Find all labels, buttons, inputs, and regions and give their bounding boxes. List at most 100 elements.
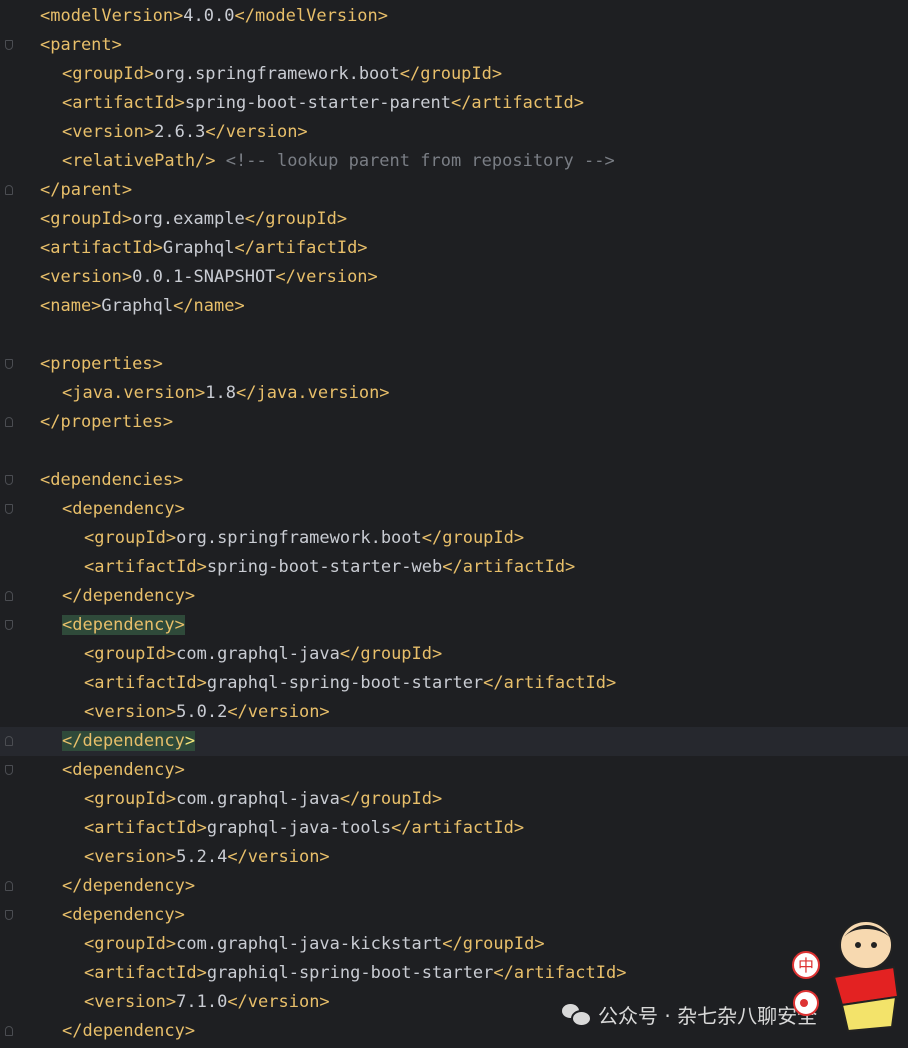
code-token-tag: <version>: [84, 847, 177, 867]
code-content: </dependency>: [62, 582, 195, 611]
code-line[interactable]: <name>Graphql</name>: [0, 292, 908, 321]
code-line[interactable]: <artifactId>graphql-spring-boot-starter<…: [0, 669, 908, 698]
code-line[interactable]: <version>0.0.1-SNAPSHOT</version>: [0, 263, 908, 292]
code-content: <modelVersion>4.0.0</modelVersion>: [40, 2, 388, 31]
code-token-text: 5.0.2: [176, 702, 228, 722]
code-line[interactable]: <modelVersion>4.0.0</modelVersion>: [0, 2, 908, 31]
code-token-text: com.graphql-java: [176, 644, 340, 664]
code-token-tag: <artifactId>: [84, 557, 207, 577]
code-content: <artifactId>graphiql-spring-boot-starter…: [84, 959, 626, 988]
code-token-tag: <artifactId>: [84, 963, 207, 983]
code-line[interactable]: <groupId>com.graphql-java</groupId>: [0, 785, 908, 814]
code-content: <groupId>com.graphql-java</groupId>: [84, 785, 442, 814]
code-token-tag: </version>: [227, 847, 330, 867]
code-token-tag: </groupId>: [399, 64, 503, 84]
code-token-tag: <dependency>: [62, 760, 185, 780]
code-content: <dependency>: [62, 495, 185, 524]
code-line[interactable]: <groupId>com.graphql-java-kickstart</gro…: [0, 930, 908, 959]
code-line[interactable]: <dependency>: [0, 495, 908, 524]
code-line[interactable]: <version>5.0.2</version>: [0, 698, 908, 727]
code-token-comment: <!-- lookup parent from repository -->: [225, 151, 615, 171]
fold-marker-icon[interactable]: [5, 504, 13, 514]
code-token-tag: </version>: [227, 992, 330, 1012]
code-line[interactable]: <artifactId>graphiql-spring-boot-starter…: [0, 959, 908, 988]
code-token-tag: </groupId>: [339, 789, 443, 809]
code-token-tag: <java.version>: [62, 383, 206, 403]
code-line[interactable]: [0, 437, 908, 466]
fold-marker-icon[interactable]: [5, 1026, 13, 1036]
code-token-tag: <dependencies>: [40, 470, 184, 490]
code-token-tag: <version>: [84, 992, 177, 1012]
code-line[interactable]: </dependency>: [0, 582, 908, 611]
code-token-text: com.graphql-java-kickstart: [176, 934, 443, 954]
fold-marker-icon[interactable]: [5, 475, 13, 485]
code-line[interactable]: <parent>: [0, 31, 908, 60]
code-line[interactable]: <dependencies>: [0, 466, 908, 495]
code-content: <version>5.2.4</version>: [84, 843, 330, 872]
code-token-tag: </modelVersion>: [234, 6, 389, 26]
code-token-tag: </name>: [173, 296, 245, 316]
code-token-tag: <groupId>: [62, 64, 155, 84]
fold-marker-icon[interactable]: [5, 40, 13, 50]
fold-marker-icon[interactable]: [5, 620, 13, 630]
code-content: <artifactId>Graphql</artifactId>: [40, 234, 368, 263]
code-token-tag: <artifactId>: [84, 673, 207, 693]
code-token-tag: <name>: [40, 296, 102, 316]
code-token-tag: <artifactId>: [62, 93, 185, 113]
code-token-tag: </version>: [205, 122, 308, 142]
code-token-tag: </groupId>: [339, 644, 443, 664]
code-content: <properties>: [40, 350, 163, 379]
watermark-text: 公众号 · 杂七杂八聊安全: [598, 1003, 818, 1028]
fold-marker-icon[interactable]: [5, 417, 13, 427]
code-line[interactable]: <artifactId>spring-boot-starter-parent</…: [0, 89, 908, 118]
code-line[interactable]: <groupId>org.springframework.boot</group…: [0, 524, 908, 553]
code-token-tag: </java.version>: [236, 383, 390, 403]
code-content: <artifactId>graphql-spring-boot-starter<…: [84, 669, 616, 698]
fold-marker-icon[interactable]: [5, 185, 13, 195]
code-token-tag: <properties>: [40, 354, 163, 374]
code-line[interactable]: <properties>: [0, 350, 908, 379]
code-token-text: 4.0.0: [183, 6, 235, 26]
code-token-text: 2.6.3: [154, 122, 206, 142]
code-line[interactable]: <relativePath/> <!-- lookup parent from …: [0, 147, 908, 176]
code-content: <artifactId>spring-boot-starter-web</art…: [84, 553, 575, 582]
code-line[interactable]: <groupId>com.graphql-java</groupId>: [0, 640, 908, 669]
code-line[interactable]: <artifactId>graphql-java-tools</artifact…: [0, 814, 908, 843]
code-token-tag: </groupId>: [442, 934, 545, 954]
code-line[interactable]: <groupId>org.example</groupId>: [0, 205, 908, 234]
fold-marker-icon[interactable]: [5, 359, 13, 369]
code-line[interactable]: <artifactId>spring-boot-starter-web</art…: [0, 553, 908, 582]
code-content: <version>5.0.2</version>: [84, 698, 330, 727]
code-line[interactable]: <dependency>: [0, 756, 908, 785]
fold-marker-icon[interactable]: [5, 591, 13, 601]
code-content: </properties>: [40, 408, 173, 437]
code-line[interactable]: <version>2.6.3</version>: [0, 118, 908, 147]
code-editor[interactable]: <modelVersion>4.0.0</modelVersion> <paren…: [0, 0, 908, 1048]
code-line[interactable]: [0, 321, 908, 350]
code-token-tag: <artifactId>: [40, 238, 163, 258]
code-line[interactable]: <groupId>org.springframework.boot</group…: [0, 60, 908, 89]
wechat-icon: [562, 1002, 592, 1027]
code-line[interactable]: <dependency>: [0, 611, 908, 640]
code-line[interactable]: <artifactId>Graphql</artifactId>: [0, 234, 908, 263]
code-token-tag: </dependency>: [62, 876, 196, 896]
code-token-tag: <dependency>: [62, 615, 185, 635]
fold-marker-icon[interactable]: [5, 881, 13, 891]
code-token-text: com.graphql-java: [176, 789, 340, 809]
code-line[interactable]: </dependency>: [0, 872, 908, 901]
fold-marker-icon[interactable]: [5, 736, 13, 746]
code-line[interactable]: <version>5.2.4</version>: [0, 843, 908, 872]
code-line[interactable]: <java.version>1.8</java.version>: [0, 379, 908, 408]
code-line[interactable]: </dependency>: [0, 727, 908, 756]
code-line[interactable]: <dependency>: [0, 901, 908, 930]
code-line[interactable]: </parent>: [0, 176, 908, 205]
code-content: <version>2.6.3</version>: [62, 118, 308, 147]
code-content: <dependency>: [62, 611, 185, 640]
fold-marker-icon[interactable]: [5, 765, 13, 775]
fold-marker-icon[interactable]: [5, 910, 13, 920]
code-content: <name>Graphql</name>: [40, 292, 245, 321]
code-line[interactable]: </properties>: [0, 408, 908, 437]
code-content: <artifactId>graphql-java-tools</artifact…: [84, 814, 524, 843]
code-token-text: graphql-java-tools: [206, 818, 392, 838]
badge-text: 中: [798, 956, 814, 975]
